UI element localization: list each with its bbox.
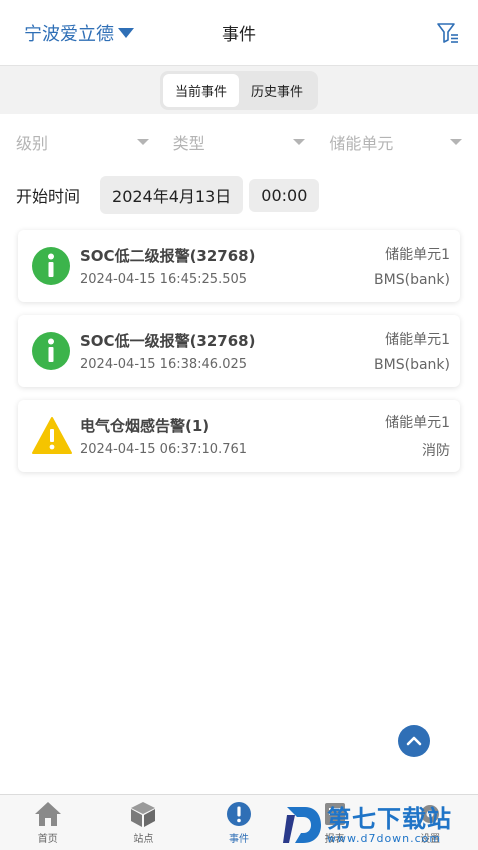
event-title: SOC低二级报警(32768): [80, 247, 256, 265]
filter-button[interactable]: [432, 17, 464, 49]
dropdown-arrow-icon: [293, 139, 306, 145]
tabbar-label: 事件: [228, 834, 249, 845]
event-unit: 储能单元1: [385, 332, 450, 348]
event-unit: 储能单元1: [385, 247, 450, 263]
dropdown-arrow-icon: [136, 139, 149, 145]
event-side: 储能单元1 BMS(bank): [374, 244, 450, 288]
event-card[interactable]: SOC低二级报警(32768) 2024-04-15 16:45:25.505 …: [18, 230, 460, 302]
level-label: 级别: [16, 134, 49, 153]
tab-current-events[interactable]: 当前事件: [162, 73, 239, 107]
event-time: 2024-04-15 16:38:46.025: [80, 357, 248, 372]
event-time: 2024-04-15 16:45:25.505: [80, 272, 248, 287]
type-dropdown[interactable]: 类型: [173, 130, 330, 154]
app-header: 宁波爱立德: [0, 0, 478, 66]
cube-icon: [131, 802, 156, 827]
event-unit: 储能单元1: [385, 415, 450, 431]
event-side: 储能单元1 BMS(bank): [374, 329, 450, 373]
chevron-up-icon: [406, 736, 422, 746]
tabbar-label: 首页: [37, 834, 58, 845]
watermark: 第七下载站 www.d7down.com: [283, 800, 478, 850]
event-source: BMS(bank): [374, 357, 450, 373]
event-main: SOC低一级报警(32768) 2024-04-15 16:38:46.025: [80, 330, 374, 372]
caret-down-icon: [118, 27, 134, 38]
event-main: SOC低二级报警(32768) 2024-04-15 16:45:25.505: [80, 245, 374, 287]
start-time-label: 开始时间: [16, 187, 81, 206]
type-label: 类型: [172, 134, 205, 153]
unit-label: 储能单元: [329, 134, 394, 153]
watermark-url: www.d7down.com: [327, 831, 442, 845]
watermark-text: 第七下载站 www.d7down.com: [327, 806, 452, 845]
tabbar-item-site[interactable]: 站点: [96, 795, 192, 850]
event-main: 电气仓烟感告警(1) 2024-04-15 06:37:10.761: [80, 415, 385, 457]
filter-icon: [437, 22, 458, 43]
info-icon: [32, 332, 70, 370]
tab-history-events[interactable]: 历史事件: [239, 74, 315, 107]
home-icon: [34, 802, 61, 826]
tabbar-item-home[interactable]: 首页: [0, 795, 96, 850]
event-card[interactable]: 电气仓烟感告警(1) 2024-04-15 06:37:10.761 储能单元1…: [18, 400, 460, 472]
filter-row: 级别 类型 储能单元: [0, 114, 478, 170]
level-dropdown[interactable]: 级别: [16, 130, 173, 154]
site-name: 宁波爱立德: [24, 23, 114, 45]
event-source: BMS(bank): [374, 272, 450, 288]
site-selector[interactable]: 宁波爱立德: [24, 20, 134, 46]
event-tabs: 当前事件 历史事件: [159, 70, 319, 110]
event-title: SOC低一级报警(32768): [80, 332, 256, 350]
alert-circle-icon: [226, 802, 251, 826]
event-side: 储能单元1 消防: [385, 412, 450, 460]
event-card[interactable]: SOC低一级报警(32768) 2024-04-15 16:38:46.025 …: [18, 315, 460, 387]
dropdown-arrow-icon: [450, 139, 463, 145]
tabbar-label: 站点: [133, 834, 154, 845]
start-time-row: 开始时间 2024年4月13日 00:00: [0, 170, 478, 220]
event-source: 消防: [422, 443, 450, 459]
watermark-title: 第七下载站: [327, 804, 452, 833]
tab-area: 当前事件 历史事件: [0, 66, 478, 114]
info-icon: [32, 247, 70, 285]
event-time: 2024-04-15 06:37:10.761: [80, 442, 248, 457]
tabbar-item-events[interactable]: 事件: [191, 795, 287, 850]
scroll-top-button[interactable]: [398, 725, 430, 757]
event-list: SOC低二级报警(32768) 2024-04-15 16:45:25.505 …: [0, 220, 478, 472]
time-picker[interactable]: 00:00: [249, 178, 320, 212]
unit-dropdown[interactable]: 储能单元: [329, 130, 463, 154]
event-title: 电气仓烟感告警(1): [80, 417, 210, 435]
date-picker[interactable]: 2024年4月13日: [100, 176, 244, 214]
warning-icon: [32, 417, 72, 454]
watermark-logo-icon: [283, 807, 321, 843]
